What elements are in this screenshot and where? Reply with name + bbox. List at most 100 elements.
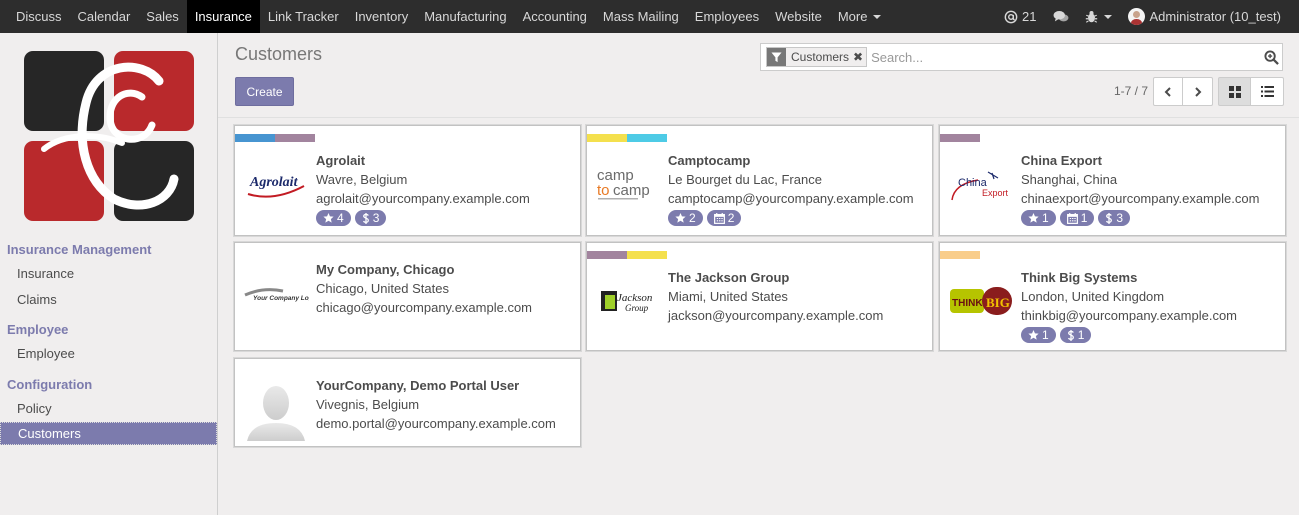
sidebar-item-employee[interactable]: Employee — [0, 342, 217, 365]
count-badge[interactable]: 3 — [354, 210, 387, 226]
partner-name: Agrolait — [316, 153, 366, 168]
chevron-left-icon — [1164, 86, 1171, 97]
filter-icon — [767, 48, 786, 66]
menu-sales[interactable]: Sales — [138, 0, 187, 33]
search-icon[interactable] — [1260, 46, 1282, 68]
menu-link-tracker[interactable]: Link Tracker — [260, 0, 347, 33]
kanban-card[interactable]: China Export China Export Shanghai, China… — [939, 125, 1286, 236]
menu-discuss[interactable]: Discuss — [8, 0, 70, 33]
top-navbar: Discuss Calendar Sales Insurance Link Tr… — [0, 0, 1299, 33]
svg-text:Export: Export — [982, 188, 1009, 198]
tag-color-strip — [275, 134, 315, 142]
badge-count: 2 — [727, 211, 735, 225]
kanban-view-button[interactable] — [1218, 77, 1251, 106]
dollar-icon — [362, 212, 370, 224]
tag-color-strip — [940, 251, 980, 259]
count-badge[interactable]: 1 — [1059, 210, 1095, 226]
list-view-button[interactable] — [1250, 77, 1284, 106]
app-menu: Discuss Calendar Sales Insurance Link Tr… — [0, 0, 889, 33]
count-badge[interactable]: 2 — [668, 210, 703, 226]
sidebar: Insurance Management Insurance Claims Em… — [0, 33, 218, 515]
company-logo — [24, 51, 194, 221]
count-badge[interactable]: 4 — [316, 210, 351, 226]
card-info: My Company, Chicago Chicago, United Stat… — [316, 262, 574, 319]
card-info: Camptocamp Le Bourget du Lac, France cam… — [668, 153, 926, 226]
section-insurance-management: Insurance Management — [7, 242, 152, 257]
menu-employees[interactable]: Employees — [687, 0, 767, 33]
messaging-button[interactable] — [1045, 10, 1077, 24]
tag-color-strip — [235, 134, 275, 142]
card-info: China Export Shanghai, China chinaexport… — [1021, 153, 1279, 226]
card-info: Agrolait Wavre, Belgium agrolait@yourcom… — [316, 153, 574, 226]
tag-color-strip — [940, 134, 980, 142]
partner-name: The Jackson Group — [668, 270, 790, 285]
star-icon — [1028, 330, 1039, 340]
menu-more[interactable]: More — [830, 0, 890, 33]
systray: 21 Administrator (10_test) — [996, 0, 1299, 33]
dollar-icon — [1067, 329, 1075, 341]
star-icon — [675, 213, 686, 223]
partner-name: YourCompany, Demo Portal User — [316, 378, 520, 393]
star-icon — [1028, 213, 1039, 223]
activity-count: 21 — [1022, 9, 1037, 24]
partner-name: Think Big Systems — [1021, 270, 1138, 285]
partner-location: Le Bourget du Lac, France — [668, 172, 822, 187]
partner-name: China Export — [1021, 153, 1102, 168]
kanban-card[interactable]: Agrolait Agrolait Wavre, Belgium agrolai… — [234, 125, 581, 236]
menu-insurance[interactable]: Insurance — [186, 0, 260, 33]
user-avatar — [1127, 8, 1145, 25]
caret-down-icon — [873, 14, 882, 19]
grid-icon — [1228, 85, 1241, 98]
card-tags — [235, 134, 315, 142]
search-bar: Customers ✖ — [760, 43, 1283, 71]
partner-email: agrolait@yourcompany.example.com — [316, 191, 530, 206]
menu-mass-mailing[interactable]: Mass Mailing — [595, 0, 687, 33]
create-button[interactable]: Create — [235, 77, 294, 106]
badge-count: 3 — [372, 211, 380, 225]
sidebar-item-claims[interactable]: Claims — [0, 288, 217, 311]
caret-down-icon — [1103, 14, 1112, 19]
partner-email: thinkbig@yourcompany.example.com — [1021, 308, 1237, 323]
kanban-card[interactable]: Jackson Group The Jackson Group Miami, Un… — [586, 242, 933, 351]
partner-email: chicago@yourcompany.example.com — [316, 300, 532, 315]
count-badge[interactable]: 2 — [706, 210, 742, 226]
facet-remove-icon[interactable]: ✖ — [853, 50, 866, 64]
card-tags — [940, 251, 980, 259]
tag-color-strip — [627, 251, 667, 259]
kanban-card[interactable]: camp to camp Camptocamp Le Bourget du Lac,… — [586, 125, 933, 236]
svg-text:Your Company Logo: Your Company Logo — [253, 295, 309, 302]
count-badge[interactable]: 1 — [1021, 327, 1056, 343]
search-input[interactable] — [871, 49, 1260, 65]
partner-location: Miami, United States — [668, 289, 788, 304]
count-badge[interactable]: 3 — [1098, 210, 1131, 226]
menu-inventory[interactable]: Inventory — [347, 0, 416, 33]
tag-color-strip — [627, 134, 667, 142]
svg-text:camp: camp — [613, 182, 650, 199]
search-facet: Customers ✖ — [766, 47, 868, 67]
kanban-card[interactable]: Your Company Logo My Company, Chicago Ch… — [234, 242, 581, 351]
count-badge[interactable]: 1 — [1059, 327, 1092, 343]
menu-calendar[interactable]: Calendar — [70, 0, 139, 33]
partner-name: Camptocamp — [668, 153, 751, 168]
badge-count: 2 — [689, 211, 696, 225]
menu-website[interactable]: Website — [767, 0, 830, 33]
card-info: YourCompany, Demo Portal User Vivegnis, … — [316, 378, 574, 435]
pager-next-button[interactable] — [1182, 77, 1213, 106]
sidebar-item-customers[interactable]: Customers — [0, 422, 217, 445]
user-menu[interactable]: Administrator (10_test) — [1120, 8, 1290, 25]
partner-location: Shanghai, China — [1021, 172, 1118, 187]
tag-color-strip — [587, 251, 627, 259]
sidebar-item-insurance[interactable]: Insurance — [0, 262, 217, 285]
menu-manufacturing[interactable]: Manufacturing — [416, 0, 514, 33]
pager-previous-button[interactable] — [1153, 77, 1183, 106]
sidebar-item-policy[interactable]: Policy — [0, 397, 217, 420]
control-panel-divider — [218, 117, 1299, 118]
debug-button[interactable] — [1077, 10, 1120, 24]
count-badge[interactable]: 1 — [1021, 210, 1056, 226]
menu-accounting[interactable]: Accounting — [515, 0, 595, 33]
activity-button[interactable]: 21 — [996, 9, 1044, 24]
pager-value[interactable]: 1-7 / 7 — [1090, 84, 1148, 98]
partner-email: chinaexport@yourcompany.example.com — [1021, 191, 1260, 206]
kanban-card[interactable]: THINK BIG Think Big Systems London, Unite… — [939, 242, 1286, 351]
kanban-card[interactable]: YourCompany, Demo Portal User Vivegnis, … — [234, 358, 581, 447]
